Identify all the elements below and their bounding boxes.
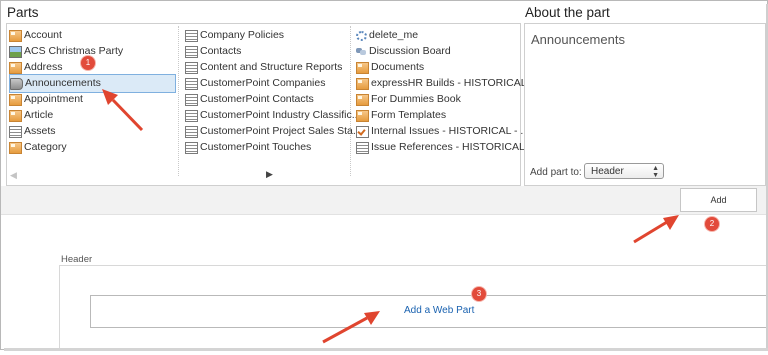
callout-arrow-2-icon [633, 215, 679, 244]
frame-shadow [4, 348, 768, 351]
callout-arrows [102, 89, 679, 344]
web-part-adder-frame: Parts About the part Account ACS Christm… [0, 0, 768, 350]
callout-arrow-1-icon [102, 89, 144, 132]
callout-arrow-3-icon [322, 311, 380, 344]
